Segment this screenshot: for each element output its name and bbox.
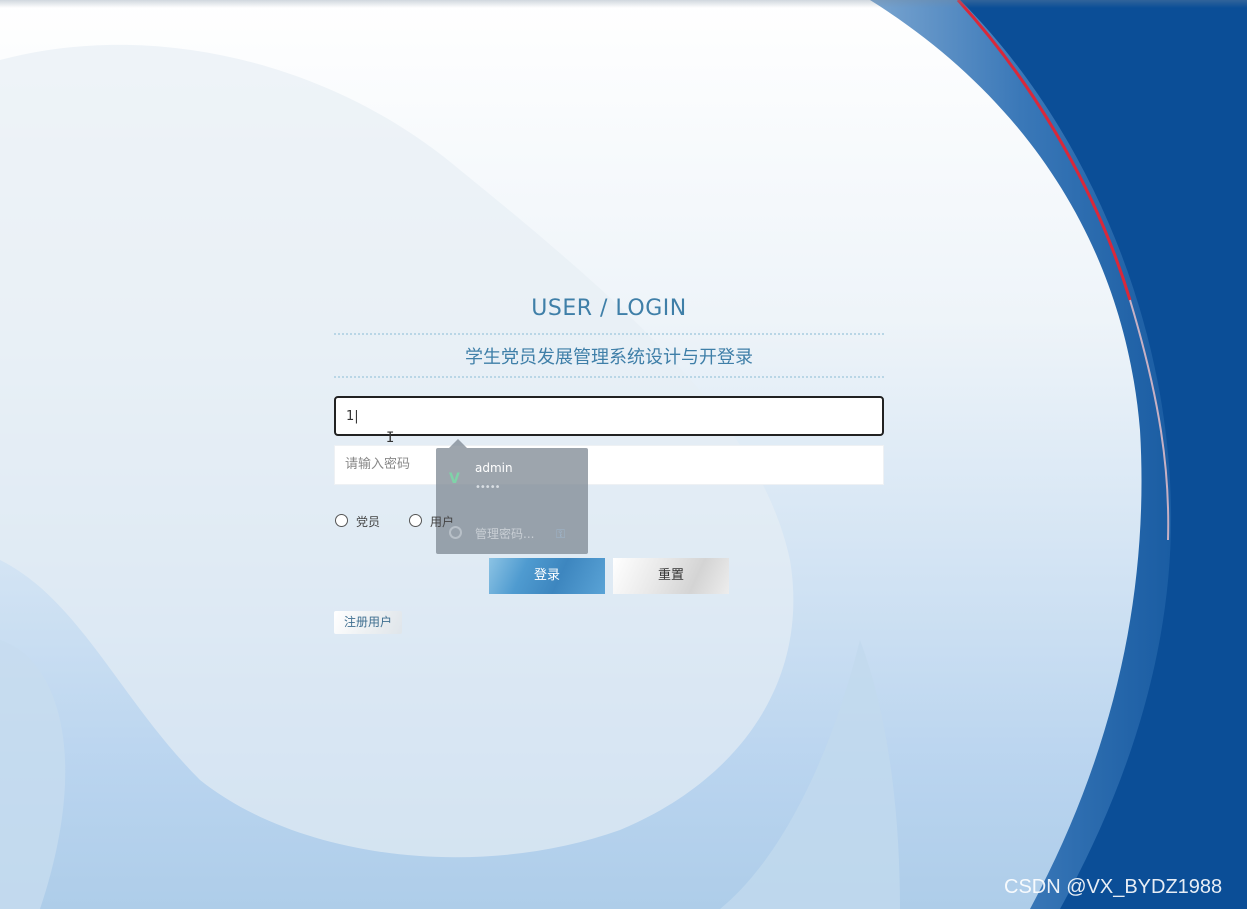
login-heading: USER / LOGIN xyxy=(531,296,687,321)
divider xyxy=(334,333,884,335)
key-icon[interactable]: ⚿ xyxy=(556,527,565,542)
text-cursor-icon: I xyxy=(386,430,395,446)
password-placeholder: 请输入密码 xyxy=(345,457,411,472)
role-radio-member[interactable] xyxy=(335,514,348,527)
autofill-username[interactable]: admin xyxy=(475,461,513,475)
role-radio-user[interactable] xyxy=(409,514,422,527)
system-name: 学生党员发展管理系统设计与开登录 xyxy=(465,347,753,368)
role-label-member: 党员 xyxy=(356,515,381,529)
watermark: CSDN @VX_BYDZ1988 xyxy=(1004,876,1223,898)
role-label-user: 用户 xyxy=(430,515,455,529)
divider xyxy=(334,376,884,378)
window-title-bar xyxy=(0,0,1247,8)
reset-button[interactable]: 重置 xyxy=(613,558,729,594)
manage-passwords-link[interactable]: 管理密码... xyxy=(475,525,534,542)
password-input[interactable]: 请输入密码 xyxy=(334,445,884,485)
autofill-caret xyxy=(449,439,467,448)
register-link[interactable]: 注册用户 xyxy=(334,611,402,634)
username-input[interactable]: 1| xyxy=(334,396,884,436)
login-page: USER / LOGIN 学生党员发展管理系统设计与开登录 1| I 请输入密码… xyxy=(0,0,1247,909)
autofill-password: ••••• xyxy=(475,482,500,493)
vue-icon: V xyxy=(449,471,460,487)
username-value: 1| xyxy=(346,409,359,424)
login-button[interactable]: 登录 xyxy=(489,558,605,594)
